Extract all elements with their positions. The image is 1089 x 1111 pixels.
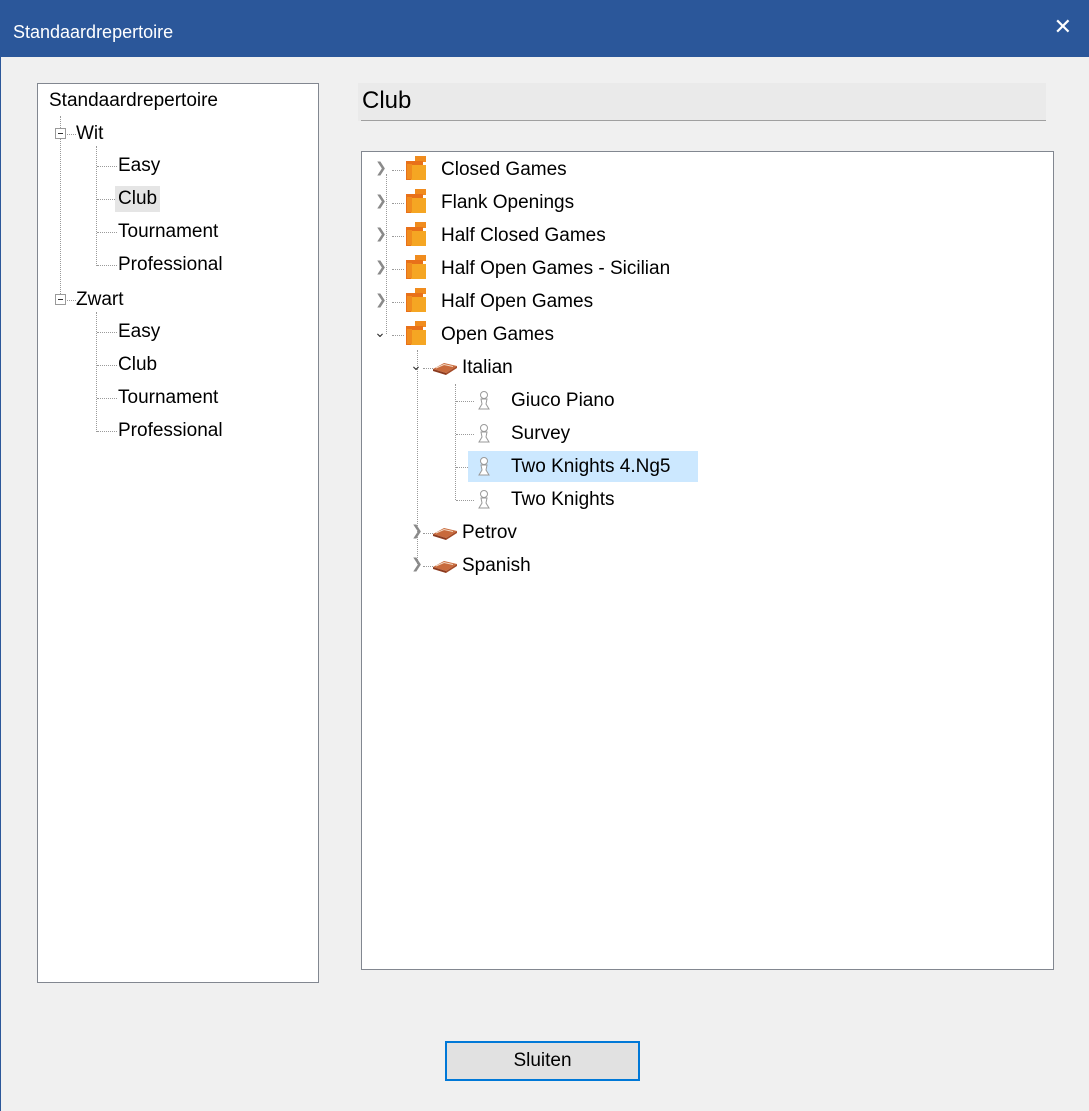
open-book-icon — [433, 561, 457, 573]
open-book-icon — [433, 363, 457, 375]
tree-node-spanish[interactable]: Spanish — [462, 553, 531, 579]
tree-node-wit-easy[interactable]: Easy — [118, 153, 160, 179]
pawn-icon — [478, 424, 490, 443]
chevron-right-icon[interactable]: ❯ — [374, 258, 388, 275]
tree-node-wit-tournament[interactable]: Tournament — [118, 219, 218, 245]
stack-of-books-icon — [406, 321, 426, 345]
chevron-right-icon[interactable]: ❯ — [374, 159, 388, 176]
section-heading: Club — [358, 83, 1046, 121]
tree-node-half-open-games-sicilian[interactable]: Half Open Games - Sicilian — [441, 256, 670, 282]
page-title: Club — [362, 87, 412, 114]
tree-node-italian[interactable]: Italian — [462, 355, 513, 381]
repertoire-tree[interactable]: Standaardrepertoire Wit Easy Club Tourna… — [37, 83, 319, 983]
window-title: Standaardrepertoire — [13, 22, 174, 42]
stack-of-books-icon — [406, 288, 426, 312]
open-book-icon — [433, 528, 457, 540]
close-icon[interactable]: ✕ — [1054, 14, 1072, 40]
chevron-right-icon[interactable]: ❯ — [374, 291, 388, 308]
stack-of-books-icon — [406, 189, 426, 213]
pawn-icon — [478, 457, 490, 476]
tree-node-wit-club[interactable]: Club — [115, 186, 161, 212]
tree-node-two-knights-4ng5[interactable]: Two Knights 4.Ng5 — [511, 454, 670, 480]
pawn-icon — [478, 490, 490, 509]
title-bar: Standaardrepertoire ✕ — [1, 0, 1089, 57]
tree-node-zwart-easy[interactable]: Easy — [118, 319, 160, 345]
chevron-down-icon[interactable]: ⌄ — [409, 357, 423, 374]
chevron-down-icon[interactable]: ⌄ — [373, 324, 387, 341]
tree-node-petrov[interactable]: Petrov — [462, 520, 517, 546]
tree-node-zwart-professional[interactable]: Professional — [118, 418, 223, 444]
tree-node-flank-openings[interactable]: Flank Openings — [441, 190, 574, 216]
tree-node-zwart-club[interactable]: Club — [118, 352, 157, 378]
chevron-right-icon[interactable]: ❯ — [410, 522, 424, 539]
close-button[interactable]: Sluiten — [445, 1041, 640, 1081]
opening-tree[interactable]: ❯ Closed Games ❯ Flank Openings ❯ Half C… — [361, 151, 1054, 970]
collapse-zwart-icon[interactable] — [55, 294, 66, 305]
chevron-right-icon[interactable]: ❯ — [374, 225, 388, 242]
tree-node-survey[interactable]: Survey — [511, 421, 570, 447]
tree-node-wit[interactable]: Wit — [76, 121, 103, 147]
heading-divider — [361, 120, 1046, 121]
tree-node-half-closed-games[interactable]: Half Closed Games — [441, 223, 606, 249]
tree-node-half-open-games[interactable]: Half Open Games — [441, 289, 593, 315]
stack-of-books-icon — [406, 255, 426, 279]
tree-node-wit-professional[interactable]: Professional — [118, 252, 223, 278]
tree-node-zwart-tournament[interactable]: Tournament — [118, 385, 218, 411]
tree-node-giuco-piano[interactable]: Giuco Piano — [511, 388, 615, 414]
pawn-icon — [478, 391, 490, 410]
tree-node-closed-games[interactable]: Closed Games — [441, 157, 567, 183]
stack-of-books-icon — [406, 222, 426, 246]
dialog-window: Standaardrepertoire ✕ Standaardrepertoir… — [0, 0, 1089, 1111]
tree-node-zwart[interactable]: Zwart — [76, 287, 124, 313]
tree-root-standaardrepertoire[interactable]: Standaardrepertoire — [49, 88, 218, 114]
stack-of-books-icon — [406, 156, 426, 180]
tree-node-two-knights[interactable]: Two Knights — [511, 487, 615, 513]
tree-node-open-games[interactable]: Open Games — [441, 322, 554, 348]
chevron-right-icon[interactable]: ❯ — [410, 555, 424, 572]
collapse-wit-icon[interactable] — [55, 128, 66, 139]
chevron-right-icon[interactable]: ❯ — [374, 192, 388, 209]
